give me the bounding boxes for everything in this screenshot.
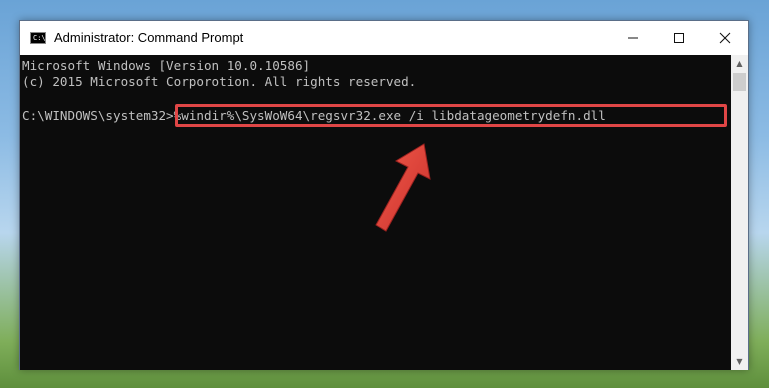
- maximize-button[interactable]: [656, 21, 702, 55]
- maximize-icon: [674, 33, 684, 43]
- console-output[interactable]: Microsoft Windows [Version 10.0.10586] (…: [20, 55, 732, 370]
- scroll-thumb[interactable]: [733, 73, 746, 91]
- red-arrow-icon: [375, 143, 431, 232]
- close-icon: [719, 32, 731, 44]
- scroll-up-icon[interactable]: ▲: [731, 55, 748, 72]
- command-highlight-box: [175, 104, 727, 127]
- scroll-down-icon[interactable]: ▼: [731, 353, 748, 370]
- minimize-button[interactable]: [610, 21, 656, 55]
- minimize-icon: [628, 37, 638, 39]
- console-line-version: Microsoft Windows [Version 10.0.10586]: [22, 58, 311, 73]
- console-prompt: C:\WINDOWS\system32>: [22, 108, 174, 123]
- title-bar[interactable]: C:\ Administrator: Command Prompt: [20, 21, 748, 55]
- app-cmd-icon[interactable]: C:\: [30, 32, 46, 44]
- console-line-copyright: (c) 2015 Microsoft Corporotion. All righ…: [22, 74, 417, 89]
- window-title: Administrator: Command Prompt: [54, 30, 244, 45]
- command-prompt-window: C:\ Administrator: Command Prompt Micros…: [19, 20, 749, 370]
- close-button[interactable]: [702, 21, 748, 55]
- vertical-scrollbar[interactable]: ▲ ▼: [731, 55, 748, 370]
